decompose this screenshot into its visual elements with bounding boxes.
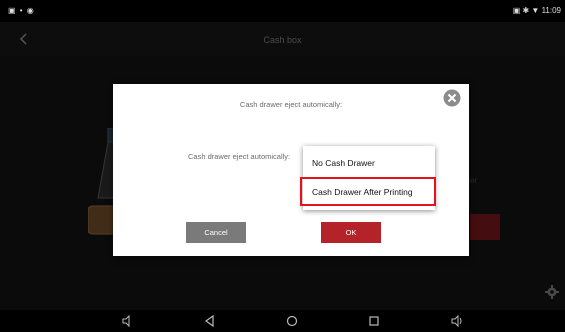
status-icons: ▣ ✱ ▼: [512, 6, 542, 15]
recents-nav-icon[interactable]: [367, 314, 381, 328]
device-screen: ▣ • ◉ ▣ ✱ ▼ 11:09 Cash box ter Cash draw…: [0, 0, 565, 332]
dialog-title: Cash drawer eject automically:: [239, 100, 343, 109]
back-nav-icon[interactable]: [203, 314, 217, 328]
ok-button[interactable]: OK: [321, 222, 381, 243]
field-label: Cash drawer eject automically:: [188, 152, 291, 161]
close-icon[interactable]: [443, 89, 461, 107]
cash-drawer-dropdown: No Cash Drawer Cash Drawer After Printin…: [303, 146, 435, 210]
status-time: 11:09: [541, 6, 561, 15]
volume-up-icon[interactable]: [450, 314, 464, 328]
volume-down-icon[interactable]: [120, 314, 134, 328]
status-bar: ▣ • ◉ ▣ ✱ ▼ 11:09: [0, 0, 565, 22]
cancel-button[interactable]: Cancel: [186, 222, 246, 243]
home-nav-icon[interactable]: [285, 314, 299, 328]
option-cash-drawer-after-printing[interactable]: Cash Drawer After Printing: [303, 179, 435, 206]
option-no-cash-drawer[interactable]: No Cash Drawer: [303, 150, 435, 177]
status-right: ▣ ✱ ▼ 11:09: [513, 6, 561, 15]
navigation-bar: [0, 310, 565, 332]
notification-icons: ▣ • ◉: [8, 6, 35, 15]
